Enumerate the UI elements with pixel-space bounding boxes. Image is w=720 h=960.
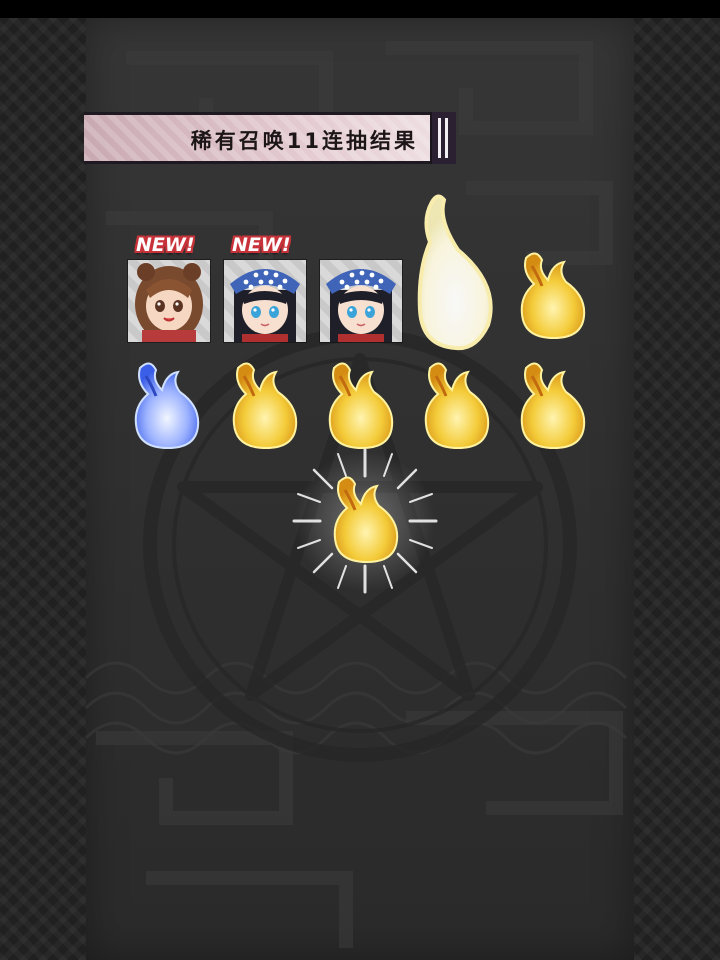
result-title: 稀有召唤11连抽结果 xyxy=(190,129,418,153)
summon-result-screen: 稀有召唤11连抽结果 NEW! NEW! xyxy=(0,0,720,960)
character-portrait xyxy=(128,260,210,342)
result-slot-3[interactable] xyxy=(320,260,402,342)
bandana-girl-icon xyxy=(230,269,300,342)
brown-hair-girl-icon xyxy=(135,263,203,342)
status-bar xyxy=(0,0,720,18)
bandana-girl-icon xyxy=(326,269,396,342)
gold-flame-orb-icon[interactable] xyxy=(512,246,592,342)
gold-flame-burst-icon[interactable] xyxy=(290,446,440,596)
white-flame-orb-icon[interactable] xyxy=(408,190,508,354)
gold-flame-orb-icon[interactable] xyxy=(320,356,400,452)
gold-flame-orb-icon[interactable] xyxy=(512,356,592,452)
gold-flame-orb-icon[interactable] xyxy=(224,356,304,452)
result-slot-1[interactable]: NEW! xyxy=(128,234,210,342)
character-portrait xyxy=(320,260,402,342)
result-title-banner: 稀有召唤11连抽结果 xyxy=(84,112,456,164)
result-slot-2[interactable]: NEW! xyxy=(224,234,306,342)
character-portrait xyxy=(224,260,306,342)
new-badge: NEW! xyxy=(136,234,195,256)
new-badge: NEW! xyxy=(232,234,291,256)
blue-flame-orb-icon[interactable] xyxy=(126,356,206,452)
banner-end-cap xyxy=(430,112,456,164)
gold-flame-orb-icon[interactable] xyxy=(416,356,496,452)
